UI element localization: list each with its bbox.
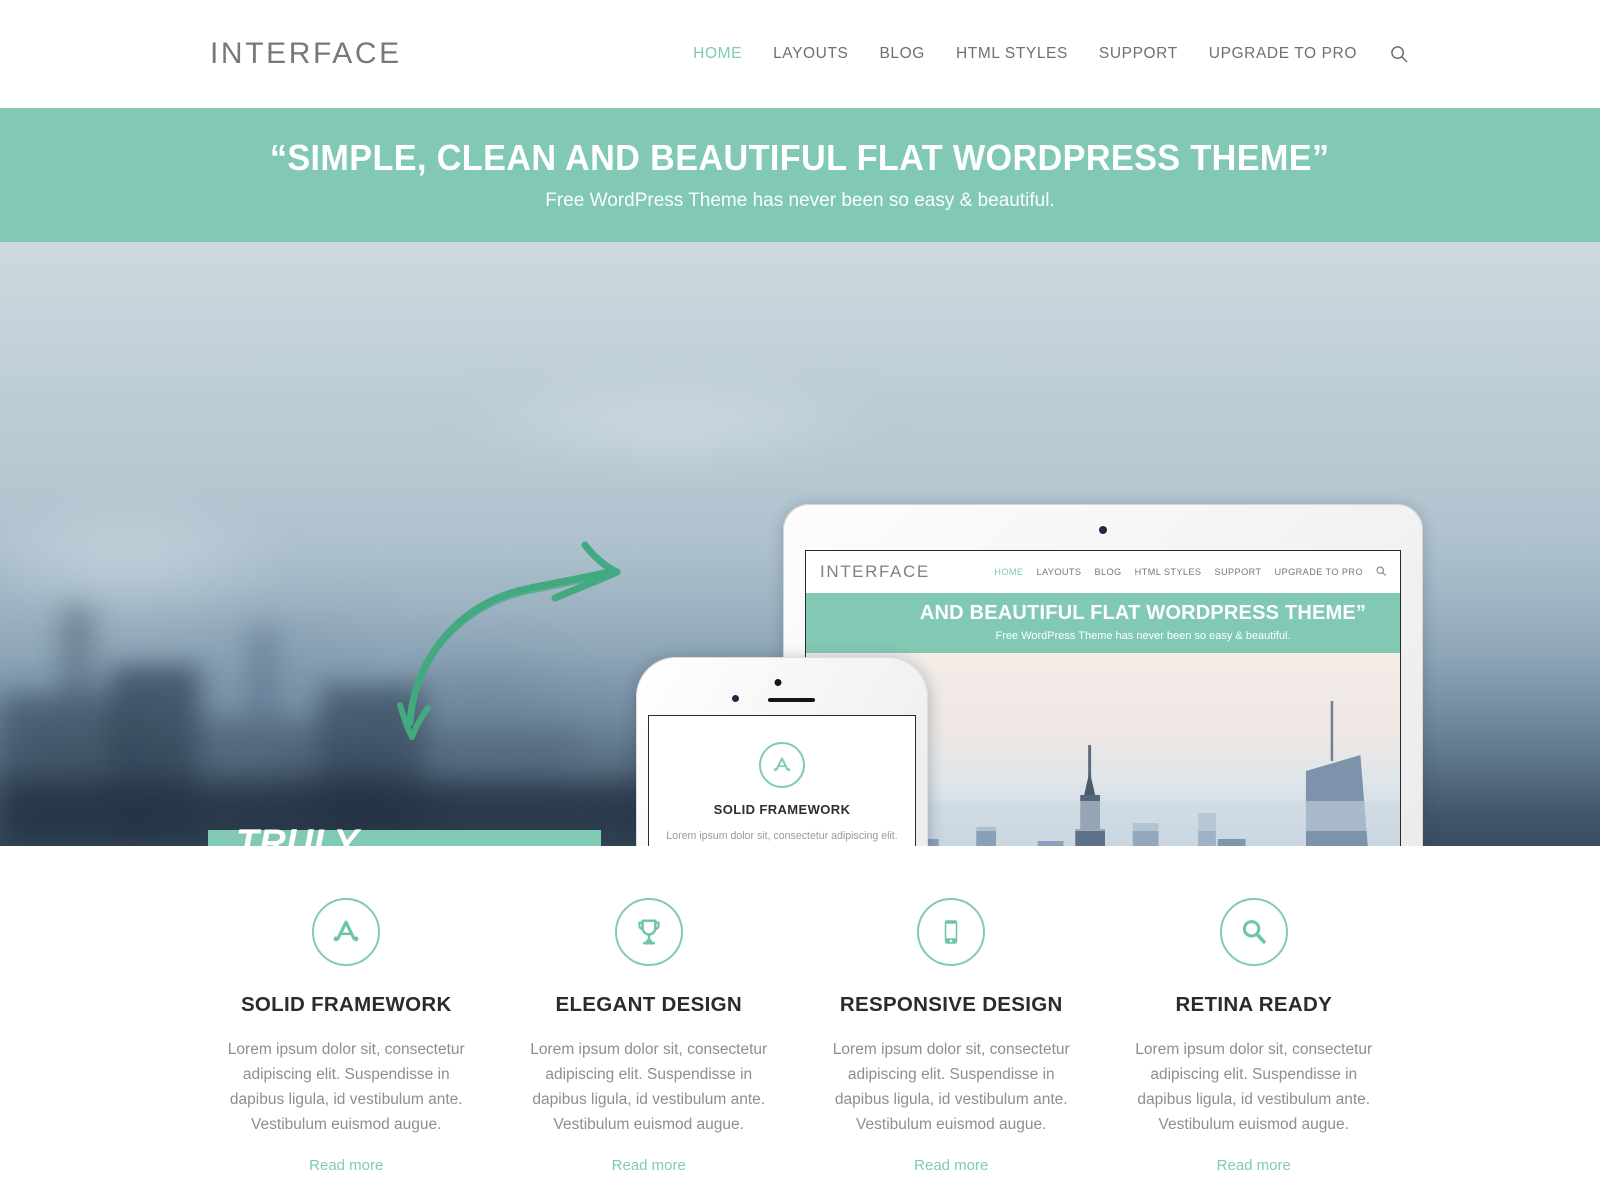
tablet-tagline-banner: AND BEAUTIFUL FLAT WORDPRESS THEME” Free… — [806, 593, 1400, 653]
appstore-icon — [759, 742, 805, 788]
tablet-nav-item-layouts[interactable]: LAYOUTS — [1036, 567, 1081, 577]
feature-title: ELEGANT DESIGN — [555, 993, 742, 1016]
nav-item-home[interactable]: HOME — [693, 45, 742, 63]
feature-text: Lorem ipsum dolor sit, consectetur adipi… — [227, 1041, 465, 1134]
appstore-icon — [312, 898, 381, 966]
nav-item-support[interactable]: SUPPORT — [1099, 45, 1178, 63]
phone-card-solid-framework: SOLID FRAMEWORK Lorem ipsum dolor sit, c… — [663, 742, 901, 846]
hero-callout: TRULY RESPONSIVE Build with love & passi… — [208, 822, 601, 846]
feature-read-more-link[interactable]: Read more — [914, 1157, 988, 1174]
tablet-nav-item-html-styles[interactable]: HTML STYLES — [1135, 567, 1202, 577]
feature-read-more-link[interactable]: Read more — [612, 1157, 686, 1174]
trophy-icon — [614, 898, 683, 966]
feature-title: RESPONSIVE DESIGN — [839, 993, 1063, 1016]
phone-speaker-icon — [768, 698, 815, 702]
tablet-tagline-title: AND BEAUTIFUL FLAT WORDPRESS THEME” — [919, 602, 1367, 624]
feature-read-more-link[interactable]: Read more — [1217, 1157, 1291, 1174]
tablet-camera-icon — [1099, 526, 1107, 534]
feature-text: Lorem ipsum dolor sit, consectetur adipi… — [832, 1041, 1070, 1134]
tablet-tagline-subtitle: Free WordPress Theme has never been so e… — [995, 630, 1291, 642]
tablet-site-header: INTERFACE HOME LAYOUTS BLOG HTML STYLES … — [806, 551, 1400, 593]
phone-card-title: SOLID FRAMEWORK — [713, 802, 851, 817]
tagline-subtitle: Free WordPress Theme has never been so e… — [545, 189, 1055, 211]
tagline-title: “SIMPLE, CLEAN AND BEAUTIFUL FLAT WORDPR… — [270, 137, 1330, 179]
tablet-navigation: HOME LAYOUTS BLOG HTML STYLES SUPPORT UP… — [994, 563, 1390, 581]
phone-screen: SOLID FRAMEWORK Lorem ipsum dolor sit, c… — [648, 715, 916, 846]
feature-title: SOLID FRAMEWORK — [240, 993, 452, 1016]
phone-sensor-icon — [732, 695, 739, 702]
hero-callout-banner: TRULY RESPONSIVE — [208, 822, 601, 846]
feature-card-solid-framework: SOLID FRAMEWORK Lorem ipsum dolor sit, c… — [195, 898, 498, 1175]
magnifier-icon — [1219, 898, 1288, 966]
tagline-banner: “SIMPLE, CLEAN AND BEAUTIFUL FLAT WORDPR… — [0, 108, 1600, 242]
tablet-nav-item-blog[interactable]: BLOG — [1094, 567, 1121, 577]
feature-card-responsive-design: RESPONSIVE DESIGN Lorem ipsum dolor sit,… — [800, 898, 1103, 1175]
search-icon[interactable] — [1388, 43, 1410, 65]
tablet-site-logo: INTERFACE — [820, 562, 930, 581]
phone-card-text: Lorem ipsum dolor sit, consectetur adipi… — [666, 830, 898, 842]
hero-callout-title: TRULY RESPONSIVE — [236, 822, 359, 846]
feature-read-more-link[interactable]: Read more — [309, 1157, 383, 1174]
nav-item-html-styles[interactable]: HTML STYLES — [956, 45, 1068, 63]
feature-card-elegant-design: ELEGANT DESIGN Lorem ipsum dolor sit, co… — [498, 898, 801, 1175]
tablet-nav-item-upgrade-to-pro[interactable]: UPGRADE TO PRO — [1275, 567, 1363, 577]
feature-card-retina-ready: RETINA READY Lorem ipsum dolor sit, cons… — [1103, 898, 1406, 1175]
mobile-icon — [917, 898, 986, 966]
tablet-search-icon[interactable] — [1376, 563, 1386, 581]
feature-text: Lorem ipsum dolor sit, consectetur adipi… — [530, 1041, 768, 1134]
site-logo[interactable]: INTERFACE — [210, 37, 402, 71]
main-navigation: HOME LAYOUTS BLOG HTML STYLES SUPPORT UP… — [693, 43, 1410, 65]
feature-title: RETINA READY — [1175, 993, 1333, 1016]
nav-item-upgrade-to-pro[interactable]: UPGRADE TO PRO — [1209, 45, 1357, 63]
nav-item-layouts[interactable]: LAYOUTS — [773, 45, 848, 63]
tablet-nav-item-support[interactable]: SUPPORT — [1214, 567, 1261, 577]
features-section: SOLID FRAMEWORK Lorem ipsum dolor sit, c… — [0, 846, 1600, 1176]
feature-text: Lorem ipsum dolor sit, consectetur adipi… — [1135, 1041, 1373, 1134]
nav-item-blog[interactable]: BLOG — [879, 45, 924, 63]
phone-camera-icon — [774, 679, 782, 686]
hero-section: TRULY RESPONSIVE Build with love & passi… — [0, 242, 1600, 846]
tablet-nav-item-home[interactable]: HOME — [994, 567, 1023, 577]
site-header: INTERFACE HOME LAYOUTS BLOG HTML STYLES … — [0, 0, 1600, 108]
phone-mockup: SOLID FRAMEWORK Lorem ipsum dolor sit, c… — [636, 657, 928, 846]
